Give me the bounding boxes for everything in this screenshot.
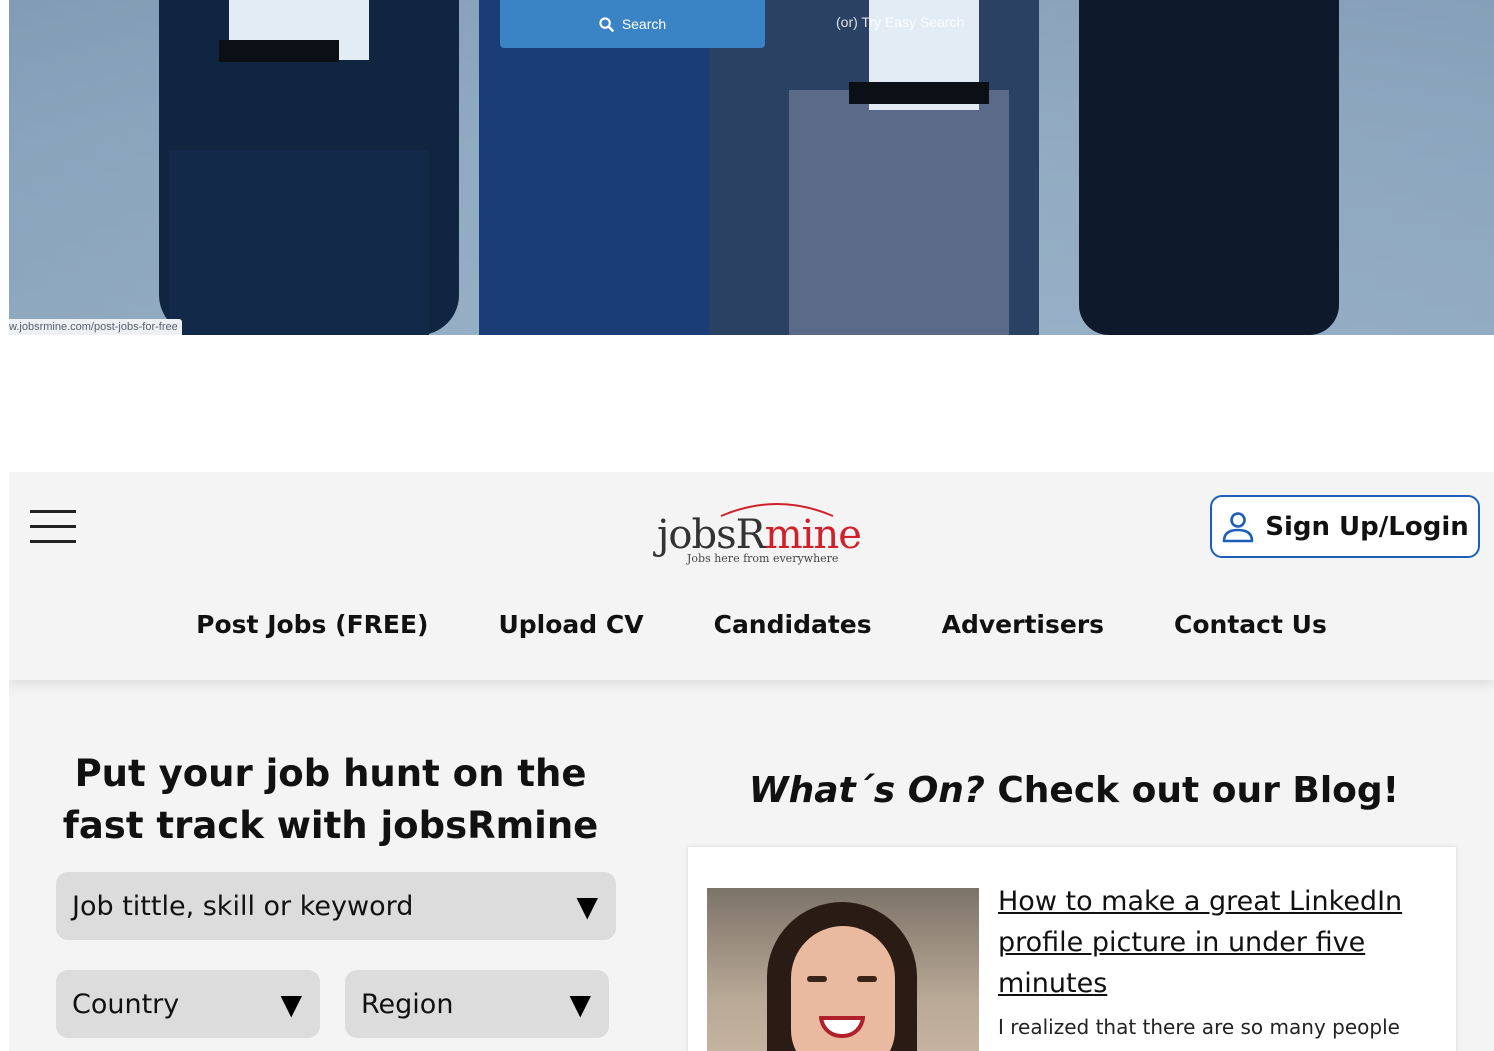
signup-login-button[interactable]: Sign Up/Login: [1210, 495, 1480, 558]
nav-upload-cv[interactable]: Upload CV: [498, 610, 643, 654]
blog-post-excerpt: I realized that there are so many people: [998, 1015, 1400, 1039]
triangle-down-icon: ▼: [280, 987, 302, 1021]
triangle-down-icon: ▼: [569, 987, 591, 1021]
blog-post-title-link[interactable]: How to make a great LinkedIn profile pic…: [998, 881, 1438, 1004]
nav-post-jobs[interactable]: Post Jobs (FREE): [196, 610, 428, 654]
keyword-dropdown-label: Job tittle, skill or keyword: [72, 890, 414, 922]
hero-person-4: [1079, 0, 1339, 335]
search-icon: [599, 16, 614, 32]
status-bar-url: w.jobsrmine.com/post-jobs-for-free: [9, 319, 182, 335]
easy-search-link[interactable]: (or) Try Easy Search: [836, 14, 964, 30]
blog-post-image[interactable]: [707, 888, 979, 1051]
triangle-down-icon: ▼: [576, 889, 598, 923]
hero-person-2: [479, 0, 739, 335]
keyword-dropdown[interactable]: Job tittle, skill or keyword ▼: [56, 872, 616, 940]
nav-contact-us[interactable]: Contact Us: [1174, 610, 1327, 654]
hero-search-label: Search: [621, 16, 667, 32]
hero-person-3-pants: [789, 90, 1009, 335]
signup-login-label: Sign Up/Login: [1265, 511, 1469, 542]
user-icon: [1222, 511, 1254, 542]
hero-search-button[interactable]: Search: [500, 0, 765, 48]
hero-belt-1: [219, 40, 339, 62]
country-dropdown-label: Country: [72, 988, 180, 1020]
site-header: jobsRmine Jobs here from everywhere Sign…: [9, 472, 1494, 680]
blog-post-card: How to make a great LinkedIn profile pic…: [688, 847, 1456, 1051]
job-hunt-title: Put your job hunt on the fast track with…: [62, 752, 599, 847]
region-dropdown[interactable]: Region ▼: [345, 970, 609, 1038]
nav-candidates[interactable]: Candidates: [714, 610, 872, 654]
hero-banner: Search (or) Try Easy Search: [9, 0, 1494, 335]
blog-section-title: What´s On? Check out our Blog!: [748, 770, 1400, 811]
hamburger-menu-icon[interactable]: [30, 508, 76, 544]
nav-advertisers[interactable]: Advertisers: [942, 610, 1104, 654]
hero-belt-3: [849, 82, 989, 104]
country-dropdown[interactable]: Country ▼: [56, 970, 320, 1038]
page-main: jobsRmine Jobs here from everywhere Sign…: [9, 472, 1494, 1051]
site-logo[interactable]: jobsRmine Jobs here from everywhere: [657, 498, 862, 568]
region-dropdown-label: Region: [361, 988, 454, 1020]
logo-tagline: Jobs here from everywhere: [687, 552, 839, 565]
hero-person-1-legs: [169, 150, 429, 335]
main-nav: Post Jobs (FREE) Upload CV Candidates Ad…: [9, 610, 1494, 654]
